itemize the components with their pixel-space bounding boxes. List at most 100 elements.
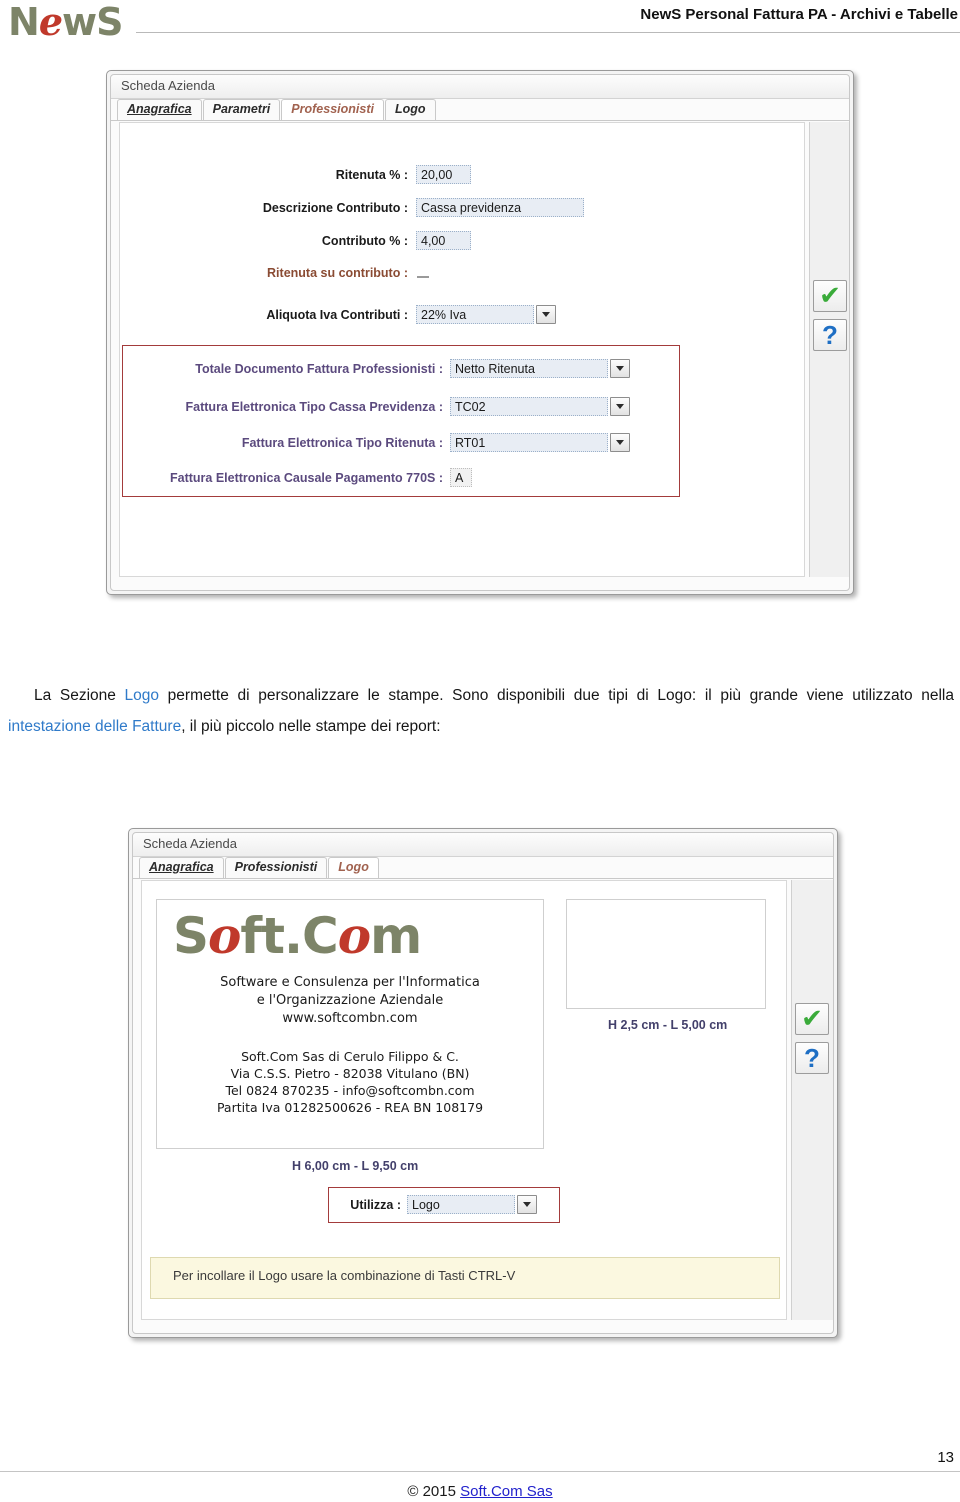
tab-logo-2[interactable]: Logo: [328, 857, 379, 878]
softcom-letter-o2: o: [337, 906, 371, 965]
field-row-utilizza: Utilizza : Logo: [339, 1195, 537, 1214]
chevron-down-icon[interactable]: [536, 305, 556, 324]
label-aliquota-iva-contributi: Aliquota Iva Contributi :: [266, 307, 408, 322]
paragraph-part-2: permette di personalizzare le stampe. So…: [159, 687, 954, 704]
logo-address-block: Soft.Com Sas di Cerulo Filippo & C. Via …: [157, 1048, 543, 1116]
tab-professionisti-label: Professionisti: [291, 102, 374, 116]
input-ritenuta-su-contributo[interactable]: [417, 266, 429, 278]
news-logo-n: N: [8, 0, 40, 44]
dialog-title-label: Scheda Azienda: [121, 78, 215, 93]
tabstrip: Anagrafica Parametri Professionisti Logo: [111, 99, 849, 121]
combo-tipo-ritenuta-value: RT01: [450, 433, 608, 452]
logo-company-name: Soft.Com Sas di Cerulo Filippo & C.: [241, 1049, 459, 1064]
input-ritenuta-pct[interactable]: 20,00: [416, 165, 471, 184]
tab-anagrafica-2-label: Anagrafica: [149, 860, 214, 874]
logo-phone-email: Tel 0824 870235 - info@softcombn.com: [225, 1083, 475, 1098]
page-number: 13: [937, 1449, 954, 1466]
input-descrizione-contributo[interactable]: Cassa previdenza: [416, 198, 584, 217]
logo-website: www.softcombn.com: [282, 1011, 418, 1026]
paragraph-highlight-intestazione: intestazione delle Fatture: [8, 718, 182, 735]
check-icon: ✔: [819, 281, 841, 311]
combo-tipo-cassa-previdenza[interactable]: TC02: [450, 397, 630, 416]
label-causale-pagamento: Fattura Elettronica Causale Pagamento 77…: [169, 470, 443, 485]
page-title: NewS Personal Fattura PA - Archivi e Tab…: [640, 6, 958, 23]
combo-utilizza-value: Logo: [407, 1195, 515, 1214]
small-logo-preview[interactable]: [566, 899, 766, 1009]
chevron-down-icon[interactable]: [517, 1195, 537, 1214]
chevron-down-icon[interactable]: [610, 397, 630, 416]
label-ritenuta-pct: Ritenuta % :: [335, 167, 408, 182]
header-divider: [136, 32, 960, 33]
button-rail-2: [791, 880, 833, 1320]
field-row-ritenuta-su-contributo: Ritenuta su contributo :: [120, 266, 680, 280]
input-causale-pagamento[interactable]: A: [450, 468, 472, 487]
softcom-letter-s: S: [173, 907, 209, 965]
field-row-causale-pagamento: Fattura Elettronica Causale Pagamento 77…: [123, 468, 679, 487]
label-tipo-ritenuta: Fattura Elettronica Tipo Ritenuta :: [241, 435, 443, 450]
large-logo-dimensions: H 6,00 cm - L 9,50 cm: [292, 1159, 419, 1173]
combo-aliquota-iva-contributi[interactable]: 22% Iva: [416, 305, 556, 324]
combo-tipo-ritenuta[interactable]: RT01: [450, 433, 630, 452]
news-logo-e: e: [38, 0, 63, 44]
combo-tipo-cassa-previdenza-value: TC02: [450, 397, 608, 416]
tab-professionisti-2-label: Professionisti: [234, 860, 318, 874]
footer-copyright: © 2015 Soft.Com Sas: [0, 1483, 960, 1500]
softcom-letter-o1: o: [208, 906, 241, 965]
help-button-2[interactable]: ?: [795, 1042, 829, 1074]
field-row-totale-documento: Totale Documento Fattura Professionisti …: [123, 359, 679, 378]
chevron-down-icon[interactable]: [610, 359, 630, 378]
help-button[interactable]: ?: [813, 319, 847, 351]
tab-anagrafica[interactable]: Anagrafica: [117, 99, 202, 120]
softcom-letter-m: m: [370, 907, 422, 965]
question-icon: ?: [822, 320, 838, 350]
label-utilizza: Utilizza :: [350, 1197, 401, 1212]
tab-parametri[interactable]: Parametri: [202, 99, 281, 120]
logo-subtitle-line-2: e l'Organizzazione Aziendale: [256, 993, 444, 1008]
tab-anagrafica-label: Anagrafica: [127, 102, 192, 116]
paste-hint-text: Per incollare il Logo usare la combinazi…: [173, 1268, 516, 1283]
tab-professionisti-2[interactable]: Professionisti: [224, 857, 328, 878]
tab-logo-label: Logo: [394, 102, 426, 116]
empty-field-marker: [417, 276, 429, 278]
field-row-ritenuta-pct: Ritenuta % : 20,00: [120, 165, 680, 184]
news-brand-logo: NewS: [8, 0, 123, 44]
check-icon: ✔: [801, 1004, 823, 1034]
label-ritenuta-su-contributo: Ritenuta su contributo :: [267, 266, 408, 280]
combo-totale-documento-value: Netto Ritenuta: [450, 359, 608, 378]
tab-parametri-label: Parametri: [212, 102, 271, 116]
confirm-button[interactable]: ✔: [813, 280, 847, 312]
field-row-tipo-cassa-previdenza: Fattura Elettronica Tipo Cassa Previdenz…: [123, 397, 679, 416]
footer-company-link[interactable]: Soft.Com Sas: [460, 1483, 553, 1500]
softcom-wordmark: Soft.Com: [173, 906, 422, 965]
confirm-button-2[interactable]: ✔: [795, 1003, 829, 1035]
field-row-contributo-pct: Contributo % : 4,00: [120, 231, 680, 250]
paragraph-part-3: , il più piccolo nelle stampe dei report…: [181, 718, 441, 735]
label-contributo-pct: Contributo % :: [321, 233, 408, 248]
tab-logo[interactable]: Logo: [384, 99, 436, 120]
body-paragraph: La Sezione Logo permette di personalizza…: [8, 680, 954, 742]
paste-hint-note: Per incollare il Logo usare la combinazi…: [150, 1257, 780, 1299]
scheda-azienda-dialog-professionisti: Scheda Azienda Anagrafica Parametri Prof…: [106, 70, 854, 595]
label-descrizione-contributo: Descrizione Contributo :: [262, 200, 408, 215]
chevron-down-icon[interactable]: [610, 433, 630, 452]
tab-anagrafica-2[interactable]: Anagrafica: [139, 857, 224, 878]
combo-utilizza[interactable]: Logo: [407, 1195, 537, 1214]
question-icon: ?: [804, 1043, 820, 1073]
footer-copyright-prefix: © 2015: [407, 1483, 461, 1500]
logo-subtitle-block: Software e Consulenza per l'Informatica …: [157, 974, 543, 1028]
tabpage-professionisti: Ritenuta % : 20,00 Descrizione Contribut…: [119, 122, 805, 577]
tab-professionisti[interactable]: Professionisti: [281, 99, 384, 120]
combo-totale-documento[interactable]: Netto Ritenuta: [450, 359, 630, 378]
small-logo-dimensions: H 2,5 cm - L 5,00 cm: [608, 1018, 728, 1032]
dialog-title-label-2: Scheda Azienda: [143, 836, 237, 851]
news-logo-ws: wS: [62, 0, 123, 44]
tab-logo-2-label: Logo: [338, 860, 369, 874]
dialog-titlebar: [111, 75, 849, 99]
combo-aliquota-iva-value: 22% Iva: [416, 305, 534, 324]
field-row-descrizione-contributo: Descrizione Contributo : Cassa previdenz…: [120, 198, 680, 217]
large-logo-preview[interactable]: Soft.Com Software e Consulenza per l'Inf…: [156, 899, 544, 1149]
softcom-letters-ftc: ft.C: [240, 907, 338, 965]
dialog-inner-frame-2: Scheda Azienda Anagrafica Professionisti…: [132, 832, 834, 1334]
input-contributo-pct[interactable]: 4,00: [416, 231, 471, 250]
page-header: NewS NewS Personal Fattura PA - Archivi …: [0, 0, 960, 48]
